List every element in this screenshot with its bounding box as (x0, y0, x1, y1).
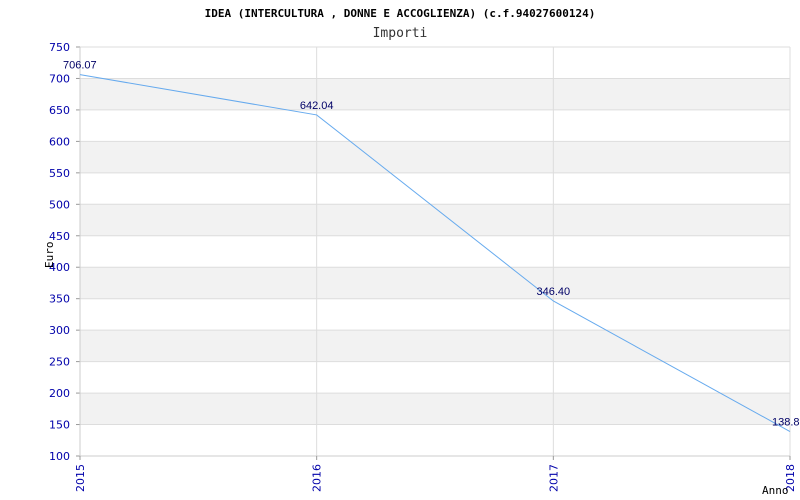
line-chart: 1001502002503003504004505005506006507007… (43, 7, 800, 497)
x-tick-label: 2016 (311, 464, 324, 492)
y-tick-label: 300 (49, 324, 70, 337)
y-tick-label: 450 (49, 230, 70, 243)
y-tick-label: 200 (49, 387, 70, 400)
chart-title: IDEA (INTERCULTURA , DONNE E ACCOGLIENZA… (205, 7, 596, 20)
data-label: 706.07 (63, 60, 97, 72)
chart-subtitle: Importi (373, 26, 428, 41)
x-axis-label: Anno (762, 484, 789, 497)
y-tick-label: 700 (49, 72, 70, 85)
data-label: 642.04 (300, 100, 334, 112)
data-label: 346.40 (537, 286, 571, 298)
data-labels: 706.07 642.04 346.40 138.83 (63, 60, 800, 429)
y-axis-label: Euro (43, 242, 56, 269)
grid-band (80, 78, 790, 110)
grid-band (80, 267, 790, 299)
y-tick-label: 250 (49, 356, 70, 369)
y-tick-label: 150 (49, 419, 70, 432)
y-tick-label: 500 (49, 198, 70, 211)
data-label: 138.83 (772, 417, 800, 429)
x-tick-labels: 2015 2016 2017 2018 (74, 456, 797, 492)
series-line (79, 74, 791, 433)
x-tick-label: 2015 (74, 464, 87, 492)
x-tick-label: 2017 (547, 464, 560, 492)
y-tick-label: 550 (49, 167, 70, 180)
y-tick-label: 350 (49, 293, 70, 306)
y-tick-label: 100 (49, 450, 70, 463)
grid-band (80, 204, 790, 236)
grid-band (80, 330, 790, 362)
grid-band (80, 393, 790, 425)
grid-band (80, 141, 790, 173)
y-tick-label: 750 (49, 41, 70, 54)
y-tick-label: 650 (49, 104, 70, 117)
y-tick-label: 600 (49, 135, 70, 148)
